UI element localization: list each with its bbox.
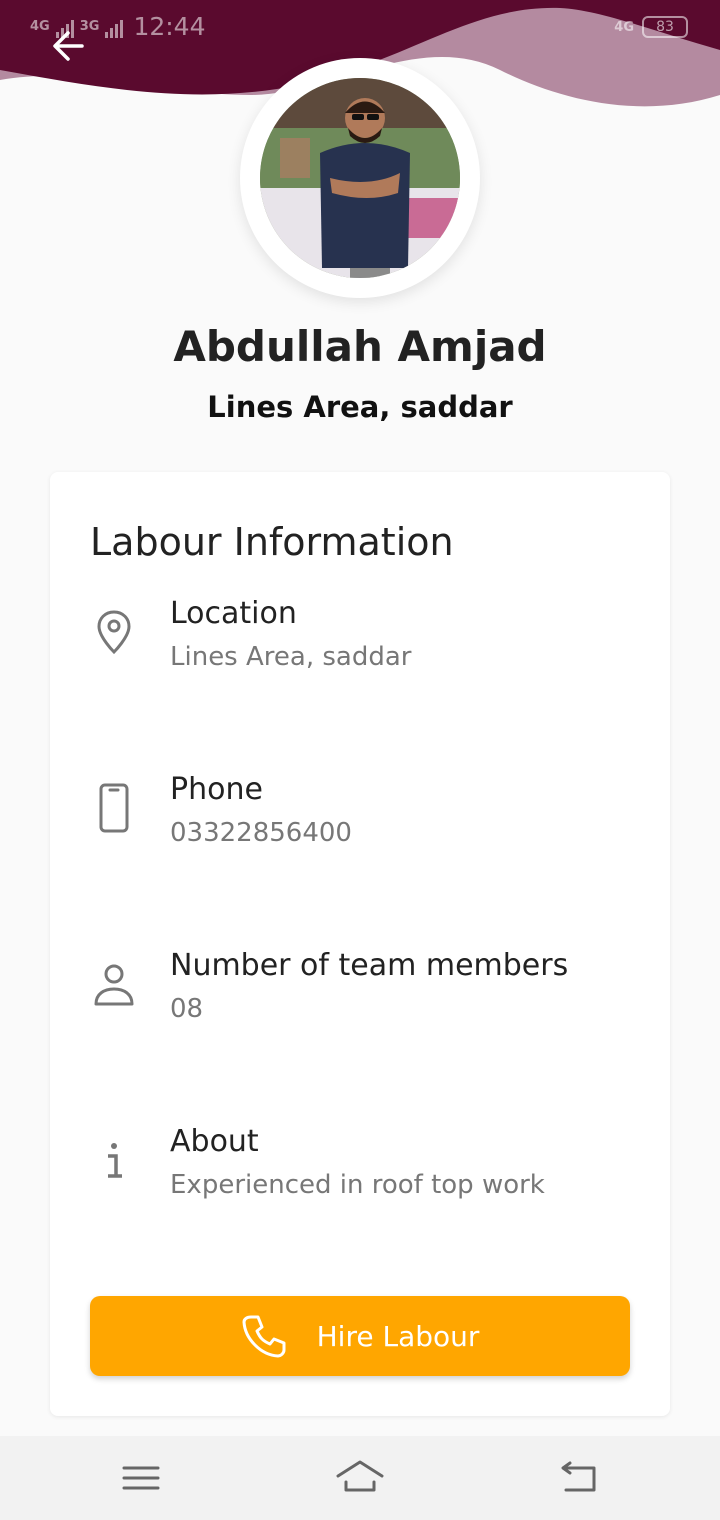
card-title: Labour Information [90, 520, 454, 564]
info-label: Location [170, 596, 297, 631]
avatar-frame [240, 58, 480, 298]
menu-icon[interactable] [116, 1456, 166, 1500]
info-label: Number of team members [170, 948, 569, 983]
home-icon[interactable] [335, 1456, 385, 1500]
hire-labour-button[interactable]: Hire Labour [90, 1296, 630, 1376]
profile-photo [260, 78, 460, 278]
info-row-location: Location Lines Area, saddar [50, 596, 670, 706]
location-pin-icon [97, 610, 131, 655]
network-type-right: 4G [614, 19, 634, 35]
profile-name: Abdullah Amjad [173, 322, 547, 371]
signal-icon [105, 16, 124, 38]
status-bar: 4G 3G 12:44 4G 83 [0, 0, 720, 56]
info-label: About [170, 1124, 259, 1159]
network-type-1: 4G [30, 19, 50, 34]
info-row-about: About Experienced in roof top work [50, 1124, 670, 1234]
phone-device-icon [99, 783, 129, 833]
hire-button-label: Hire Labour [316, 1319, 480, 1353]
back-nav-icon[interactable] [554, 1456, 604, 1500]
battery-icon: 83 [642, 16, 688, 38]
labour-info-card: Labour Information Location Lines Area, … [50, 472, 670, 1416]
system-nav-bar [0, 1436, 720, 1520]
profile-area: Lines Area, saddar [207, 390, 513, 424]
clock: 12:44 [133, 12, 206, 41]
info-label: Phone [170, 772, 263, 807]
info-value: 08 [170, 994, 204, 1024]
back-arrow-icon[interactable] [48, 26, 88, 66]
info-value: Lines Area, saddar [170, 642, 412, 672]
info-value: Experienced in roof top work [170, 1170, 545, 1200]
info-value: 03322856400 [170, 818, 352, 848]
person-icon [94, 964, 134, 1006]
phone-icon [242, 1315, 286, 1358]
info-icon [108, 1143, 122, 1178]
avatar[interactable] [260, 78, 460, 278]
info-row-team-members: Number of team members 08 [50, 948, 670, 1058]
info-row-phone: Phone 03322856400 [50, 772, 670, 882]
